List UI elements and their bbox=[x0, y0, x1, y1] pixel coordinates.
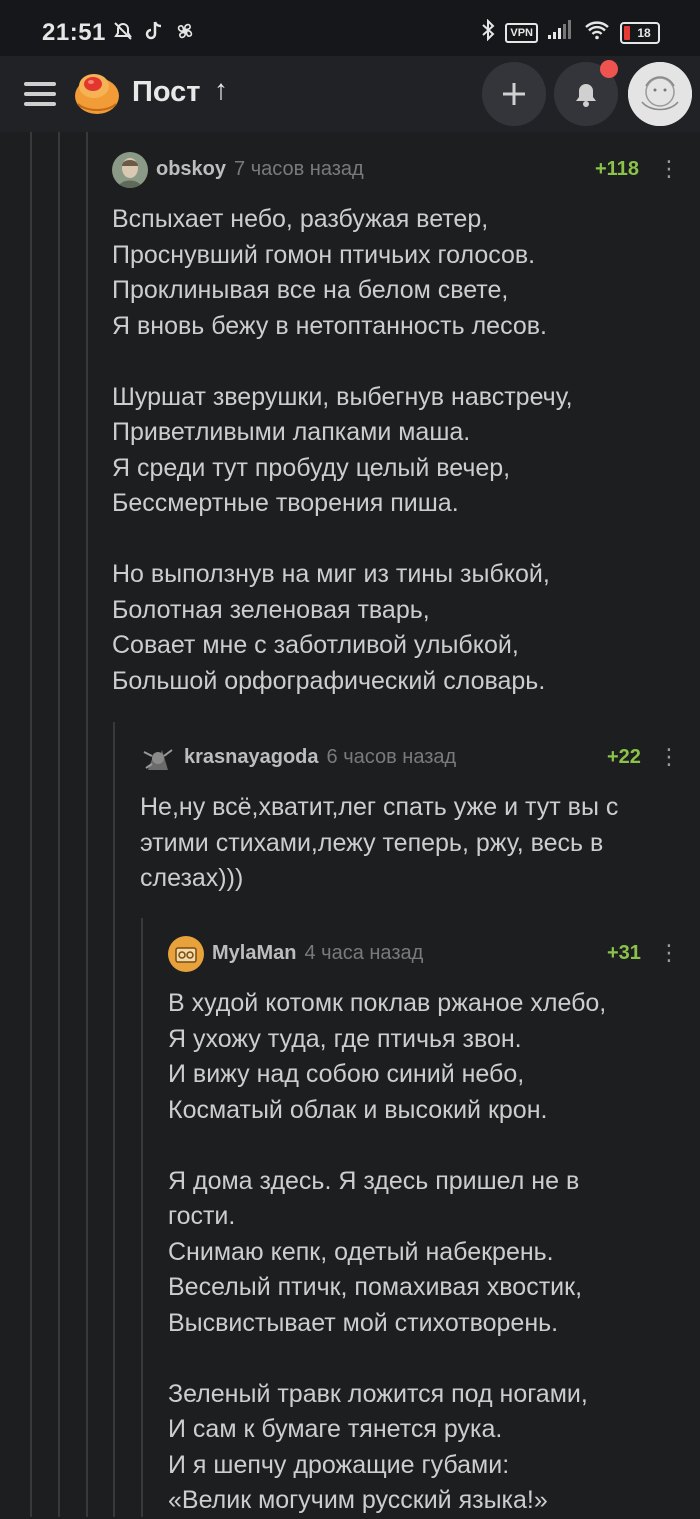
user-avatar[interactable] bbox=[628, 62, 692, 126]
thread-line[interactable] bbox=[113, 722, 115, 1517]
page-title: Пост bbox=[132, 76, 201, 108]
comment-username[interactable]: krasnayagoda bbox=[184, 746, 319, 768]
bell-icon bbox=[576, 84, 596, 107]
signal-icon bbox=[548, 20, 574, 46]
app-header: Пост ↑ bbox=[0, 56, 700, 132]
more-vertical-icon[interactable]: ⋮ bbox=[658, 940, 680, 966]
comment: obskoy 7 часов назад +118 ⋮ Вспыхает небо… bbox=[112, 152, 682, 699]
comment-username[interactable]: MylaMan bbox=[212, 942, 296, 964]
hamburger-icon[interactable] bbox=[24, 82, 56, 106]
more-vertical-icon[interactable]: ⋮ bbox=[658, 744, 680, 770]
wifi-icon bbox=[584, 20, 610, 46]
notification-dot bbox=[600, 60, 618, 78]
comment-rating: +22 bbox=[607, 746, 641, 768]
fan-icon bbox=[174, 20, 196, 48]
pikabu-logo-icon[interactable] bbox=[72, 68, 122, 116]
status-time: 21:51 bbox=[42, 19, 106, 46]
more-vertical-icon[interactable]: ⋮ bbox=[658, 156, 680, 182]
comment-text: В худой котомк поклав ржаное хлебо, Я ух… bbox=[168, 989, 607, 1514]
comment-header: obskoy 7 часов назад +118 ⋮ bbox=[112, 152, 682, 192]
commenter-avatar[interactable] bbox=[112, 152, 148, 188]
commenter-avatar[interactable] bbox=[140, 740, 176, 776]
comment: MylaMan 4 часа назад +31 ⋮ В худой котомк… bbox=[168, 936, 682, 1519]
commenter-avatar[interactable] bbox=[168, 936, 204, 972]
comment-header: krasnayagoda 6 часов назад +22 ⋮ bbox=[140, 740, 682, 780]
plus-icon bbox=[503, 83, 525, 105]
thread-line[interactable] bbox=[86, 132, 88, 1517]
comment-text: Не,ну всё,хватит,лег спать уже и тут вы … bbox=[140, 793, 619, 892]
add-post-button[interactable] bbox=[482, 62, 546, 126]
comment-text: Вспыхает небо, разбужая ветер, Проснувши… bbox=[112, 205, 573, 695]
alarm-off-icon bbox=[112, 20, 134, 48]
comment-timestamp: 4 часа назад bbox=[304, 942, 424, 964]
vpn-badge: VPN bbox=[505, 23, 538, 43]
arrow-up-icon[interactable]: ↑ bbox=[214, 74, 228, 106]
comment-timestamp: 6 часов назад bbox=[326, 746, 457, 768]
thread-line[interactable] bbox=[58, 132, 60, 1517]
bluetooth-icon bbox=[481, 18, 495, 47]
tiktok-icon bbox=[144, 20, 164, 48]
thread-line[interactable] bbox=[141, 918, 143, 1517]
comment: krasnayagoda 6 часов назад +22 ⋮ Не,ну вс… bbox=[140, 740, 682, 897]
comment-rating: +31 bbox=[607, 942, 641, 964]
comment-timestamp: 7 часов назад bbox=[234, 158, 364, 180]
battery-indicator: 18 bbox=[620, 22, 660, 44]
thread-line[interactable] bbox=[30, 132, 32, 1517]
comment-rating: +118 bbox=[595, 158, 639, 180]
comment-username[interactable]: obskoy bbox=[156, 158, 226, 180]
status-bar: 21:51 VPN 18 bbox=[0, 0, 700, 56]
comment-header: MylaMan 4 часа назад +31 ⋮ bbox=[168, 936, 682, 976]
